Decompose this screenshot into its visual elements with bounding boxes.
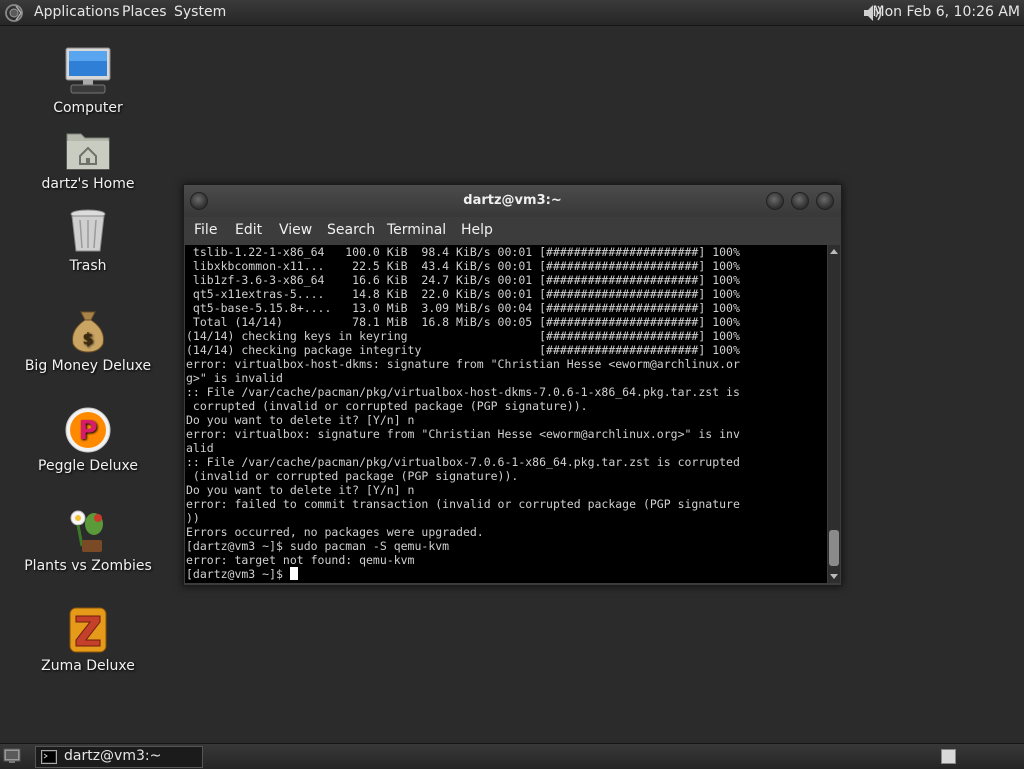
svg-text:P: P bbox=[78, 416, 97, 446]
desktop-icon-label: Plants vs Zombies bbox=[24, 558, 152, 574]
minimize-icon[interactable] bbox=[766, 192, 784, 210]
desktop-icon-computer[interactable]: Computer bbox=[13, 46, 163, 116]
top-panel: Applications Places System Mon Feb 6, 10… bbox=[0, 0, 1024, 26]
terminal-line: Do you want to delete it? [Y/n] n bbox=[186, 413, 415, 427]
terminal-line: error: virtualbox: signature from "Chris… bbox=[186, 427, 740, 441]
terminal-scrollbar[interactable] bbox=[828, 245, 840, 583]
terminal-line: :: File /var/cache/pacman/pkg/virtualbox… bbox=[186, 455, 740, 469]
money-bag-icon: $ bbox=[72, 311, 104, 353]
svg-text:$: $ bbox=[82, 329, 93, 348]
terminal-line: :: File /var/cache/pacman/pkg/virtualbox… bbox=[186, 385, 740, 399]
desktop-icon-label: Zuma Deluxe bbox=[41, 658, 135, 674]
desktop-icon-label: Computer bbox=[53, 100, 123, 116]
terminal-line: Do you want to delete it? [Y/n] n bbox=[186, 483, 415, 497]
terminal-titlebar[interactable]: dartz@vm3:~ bbox=[184, 185, 841, 217]
desktop-icon-trash[interactable]: Trash bbox=[13, 208, 163, 274]
terminal-line: g>" is invalid bbox=[186, 371, 283, 385]
menu-terminal[interactable]: Terminal bbox=[387, 222, 446, 238]
taskbar-terminal-button[interactable]: dartz@vm3:~ bbox=[35, 746, 203, 768]
menu-search[interactable]: Search bbox=[327, 222, 375, 238]
terminal-line: [dartz@vm3 ~]$ sudo pacman -S qemu-kvm bbox=[186, 539, 450, 553]
scrollbar-thumb[interactable] bbox=[829, 530, 839, 566]
desktop-icon-big-money[interactable]: $ Big Money Deluxe bbox=[13, 308, 163, 374]
zuma-icon bbox=[69, 607, 107, 653]
terminal-line: qt5-base-5.15.8+.... 13.0 MiB 3.09 MiB/s… bbox=[192, 301, 740, 315]
terminal-line: error: target not found: qemu-kvm bbox=[186, 553, 415, 567]
terminal-icon bbox=[41, 750, 57, 764]
terminal-output: tslib-1.22-1-x86_64 100.0 KiB 98.4 KiB/s… bbox=[185, 245, 827, 581]
home-folder-icon bbox=[66, 133, 110, 170]
trash-icon bbox=[70, 209, 106, 252]
terminal-line: corrupted (invalid or corrupted package … bbox=[192, 399, 588, 413]
terminal-line: )) bbox=[186, 511, 200, 525]
terminal-window[interactable]: dartz@vm3:~ File Edit View Search Termin… bbox=[183, 184, 842, 586]
menu-view[interactable]: View bbox=[279, 222, 312, 238]
scroll-up-arrow-icon[interactable] bbox=[830, 249, 838, 254]
terminal-screen[interactable]: tslib-1.22-1-x86_64 100.0 KiB 98.4 KiB/s… bbox=[185, 245, 827, 583]
applications-menu[interactable]: Applications bbox=[34, 4, 120, 21]
desktop-icon-label: dartz's Home bbox=[41, 176, 135, 192]
peggle-icon: P bbox=[65, 407, 111, 453]
desktop-icon-label: Trash bbox=[69, 258, 107, 274]
terminal-line: tslib-1.22-1-x86_64 100.0 KiB 98.4 KiB/s… bbox=[192, 245, 740, 259]
desktop-icon-home[interactable]: dartz's Home bbox=[13, 128, 163, 192]
terminal-line: Errors occurred, no packages were upgrad… bbox=[186, 525, 484, 539]
terminal-line: (14/14) checking keys in keyring [######… bbox=[186, 329, 740, 343]
desktop-icon-label: Big Money Deluxe bbox=[24, 358, 152, 374]
plants-icon bbox=[70, 510, 103, 552]
clock[interactable]: Mon Feb 6, 10:26 AM bbox=[873, 4, 1020, 21]
terminal-line: lib1zf-3.6-3-x86_64 16.6 KiB 24.7 KiB/s … bbox=[192, 273, 740, 287]
computer-icon bbox=[65, 47, 111, 94]
taskbar-terminal-label: dartz@vm3:~ bbox=[64, 748, 162, 764]
desktop-icon-peggle[interactable]: P Peggle Deluxe bbox=[13, 406, 163, 474]
terminal-line: error: virtualbox-host-dkms: signature f… bbox=[186, 357, 740, 371]
terminal-cursor bbox=[289, 567, 298, 580]
terminal-line: libxkbcommon-x11... 22.5 KiB 43.4 KiB/s … bbox=[192, 259, 740, 273]
maximize-icon[interactable] bbox=[791, 192, 809, 210]
terminal-menubar: File Edit View Search Terminal Help bbox=[184, 217, 841, 244]
desktop-icon-label: Peggle Deluxe bbox=[38, 458, 138, 474]
places-menu[interactable]: Places bbox=[122, 4, 167, 21]
menu-file[interactable]: File bbox=[194, 222, 217, 238]
workspace-switcher[interactable] bbox=[941, 749, 956, 764]
close-icon[interactable] bbox=[816, 192, 834, 210]
bottom-panel: dartz@vm3:~ bbox=[0, 743, 1024, 769]
desktop-icon-plants-vs-zombies[interactable]: Plants vs Zombies bbox=[13, 506, 163, 574]
terminal-title: dartz@vm3:~ bbox=[463, 193, 562, 208]
terminal-line: alid bbox=[186, 441, 214, 455]
scroll-down-arrow-icon[interactable] bbox=[830, 574, 838, 579]
terminal-line: Total (14/14) 78.1 MiB 16.8 MiB/s 00:05 … bbox=[192, 315, 740, 329]
terminal-prompt: [dartz@vm3 ~]$ bbox=[186, 567, 290, 581]
terminal-line: error: failed to commit transaction (inv… bbox=[186, 497, 740, 511]
desktop-icon-zuma[interactable]: Zuma Deluxe bbox=[13, 606, 163, 674]
terminal-line: (14/14) checking package integrity [####… bbox=[186, 343, 740, 357]
terminal-line: qt5-x11extras-5.... 14.8 KiB 22.0 KiB/s … bbox=[192, 287, 740, 301]
system-menu[interactable]: System bbox=[174, 4, 226, 21]
applications-logo-icon[interactable] bbox=[4, 3, 24, 23]
menu-help[interactable]: Help bbox=[461, 222, 493, 238]
menu-edit[interactable]: Edit bbox=[235, 222, 262, 238]
show-desktop-icon[interactable] bbox=[3, 748, 21, 764]
terminal-line: (invalid or corrupted package (PGP signa… bbox=[192, 469, 519, 483]
